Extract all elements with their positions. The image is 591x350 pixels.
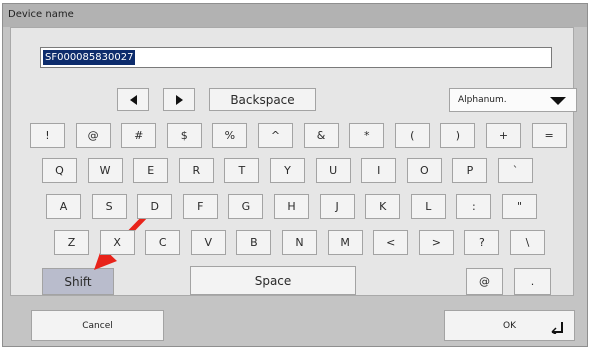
key-row2-3[interactable]: R (178, 158, 214, 183)
key-row3-3[interactable]: F (182, 194, 218, 219)
key-row4-7[interactable]: < (373, 230, 409, 255)
key-row1-4[interactable]: % (212, 123, 248, 148)
key-row3-2[interactable]: D (137, 194, 173, 219)
key-row1-6[interactable]: & (303, 123, 339, 148)
key-row3-5[interactable]: H (274, 194, 309, 219)
key-row2-4[interactable]: T (224, 158, 260, 183)
key-row4-5[interactable]: N (282, 230, 317, 255)
key-row3-0[interactable]: A (46, 194, 81, 219)
key-row4-3[interactable]: V (190, 230, 226, 255)
key-row4-4[interactable]: B (236, 230, 272, 255)
key-row3-8[interactable]: L (410, 194, 446, 219)
key-row1-1[interactable]: @ (75, 123, 111, 148)
key-row2-5[interactable]: Y (270, 158, 305, 183)
key-row1-11[interactable]: = (531, 123, 567, 148)
key-row2-9[interactable]: P (452, 158, 488, 183)
key-row3-9[interactable]: : (456, 194, 492, 219)
key-row1-5[interactable]: ^ (258, 123, 293, 148)
key-row4-2[interactable]: C (145, 230, 181, 255)
key-row4-1[interactable]: X (99, 230, 135, 255)
key-row2-8[interactable]: O (406, 158, 442, 183)
key-row1-10[interactable]: + (486, 123, 521, 148)
key-row3-7[interactable]: K (365, 194, 401, 219)
key-row1-9[interactable]: ) (440, 123, 476, 148)
key-row4-8[interactable]: > (418, 230, 454, 255)
key-row2-0[interactable]: Q (42, 158, 77, 183)
key-row2-7[interactable]: I (361, 158, 397, 183)
key-row2-2[interactable]: E (133, 158, 169, 183)
key-row3-10[interactable]: " (502, 194, 537, 219)
key-row2-6[interactable]: U (315, 158, 351, 183)
key-row4-6[interactable]: M (327, 230, 363, 255)
key-row3-6[interactable]: J (319, 194, 355, 219)
key-row3-4[interactable]: G (228, 194, 264, 219)
key-row4-10[interactable]: \ (510, 230, 545, 255)
key-row2-10[interactable]: ` (498, 158, 533, 183)
key-row2-1[interactable]: W (87, 158, 123, 183)
key-row3-1[interactable]: S (91, 194, 127, 219)
key-row1-3[interactable]: $ (166, 123, 202, 148)
key-row1-2[interactable]: # (121, 123, 157, 148)
key-row4-9[interactable]: ? (464, 230, 500, 255)
key-row4-0[interactable]: Z (54, 230, 89, 255)
key-row1-0[interactable]: ! (30, 123, 65, 148)
key-row1-7[interactable]: * (349, 123, 385, 148)
key-row1-8[interactable]: ( (394, 123, 430, 148)
